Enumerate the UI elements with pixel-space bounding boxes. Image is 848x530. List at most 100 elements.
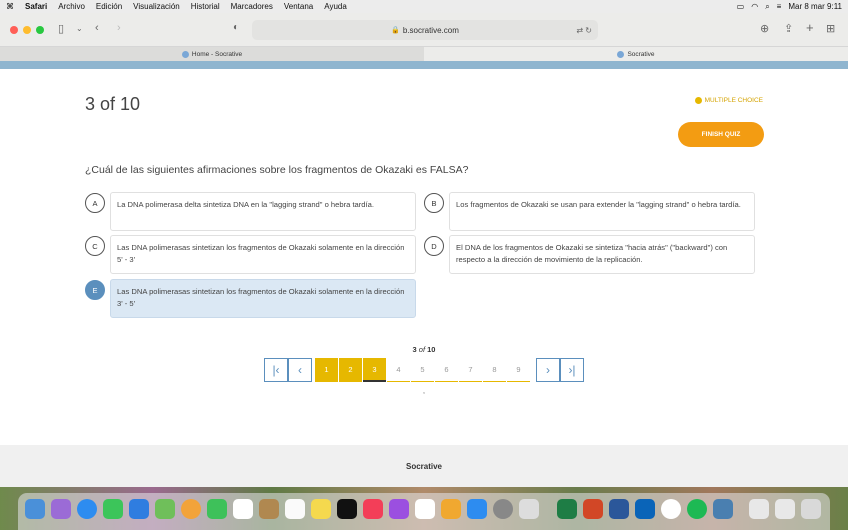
menu-marcadores[interactable]: Marcadores — [231, 2, 273, 11]
facetime-icon[interactable] — [207, 499, 227, 519]
address-url: b.socrative.com — [402, 25, 459, 35]
new-tab-icon[interactable]: + — [806, 20, 814, 35]
reminders-icon[interactable] — [285, 499, 305, 519]
recent-document-icon[interactable] — [749, 499, 769, 519]
control-center-icon[interactable]: ≡ — [777, 2, 782, 11]
page-counter: 3 of 10 — [0, 345, 848, 354]
search-icon[interactable]: ⌕ — [765, 2, 769, 12]
menu-ayuda[interactable]: Ayuda — [324, 2, 347, 11]
finder-icon[interactable] — [25, 499, 45, 519]
sidebar-toggle-icon[interactable]: ▯ — [58, 22, 64, 35]
last-page-icon[interactable]: ›| — [560, 358, 584, 382]
preview-icon[interactable] — [519, 499, 539, 519]
spotify-icon[interactable] — [687, 499, 707, 519]
word-icon[interactable] — [609, 499, 629, 519]
podcasts-icon[interactable] — [389, 499, 409, 519]
circle-icon — [694, 97, 702, 104]
socrative-favicon-icon — [181, 50, 189, 58]
music-icon[interactable] — [363, 499, 383, 519]
messages-icon[interactable] — [103, 499, 123, 519]
menu-historial[interactable]: Historial — [191, 2, 220, 11]
trash-icon[interactable] — [801, 499, 821, 519]
keynote-icon[interactable] — [415, 499, 435, 519]
translate-reload-icon[interactable]: ⇄ ↻ — [576, 26, 592, 35]
header-band — [0, 61, 848, 69]
page-3[interactable]: 3 — [363, 358, 386, 382]
page-4[interactable]: 4 — [387, 358, 410, 382]
question-counter: 3 of 10 — [85, 94, 141, 114]
answer-text[interactable]: Los fragmentos de Okazaki se usan para e… — [449, 192, 755, 231]
minimize-window-icon[interactable] — [23, 26, 31, 34]
tab-home-socrative[interactable]: Home - Socrative — [0, 47, 424, 61]
footer-brand: Socrative — [405, 461, 443, 471]
chevron-left-icon[interactable]: ‹ — [288, 358, 312, 382]
forward-icon[interactable]: › — [117, 22, 121, 34]
address-bar[interactable]: 🔒 b.socrative.com ⇄ ↻ — [252, 20, 598, 40]
powerpoint-icon[interactable] — [583, 499, 603, 519]
calendar-icon[interactable] — [233, 499, 253, 519]
apple-tv-icon[interactable] — [337, 499, 357, 519]
privacy-shield-icon[interactable]: ◐ — [233, 22, 239, 33]
tab-overview-icon[interactable]: ⊞ — [826, 22, 835, 35]
battery-icon[interactable]: ▭ — [737, 2, 745, 11]
answer-letter[interactable]: D — [424, 236, 444, 256]
answer-letter[interactable]: A — [85, 193, 105, 213]
menubar-clock[interactable]: Mar 8 mar 9:11 — [788, 2, 842, 11]
share-icon[interactable]: ⇪ — [784, 22, 793, 35]
answer-letter[interactable]: B — [424, 193, 444, 213]
mail-icon[interactable] — [129, 499, 149, 519]
answer-letter[interactable]: E — [85, 280, 105, 300]
question-type-label: MULTIPLE CHOICE — [704, 97, 763, 104]
page-9[interactable]: 9 — [507, 358, 530, 382]
outlook-icon[interactable] — [635, 499, 655, 519]
menu-edicion[interactable]: Edición — [96, 2, 122, 11]
chevron-right-icon[interactable]: › — [536, 358, 560, 382]
recent-document-icon[interactable] — [775, 499, 795, 519]
screenshot-icon[interactable] — [713, 499, 733, 519]
back-icon[interactable]: ‹ — [95, 22, 99, 34]
page-5[interactable]: 5 — [411, 358, 434, 382]
answer-text[interactable]: Las DNA polimerasas sintetizan los fragm… — [110, 279, 416, 318]
zoom-window-icon[interactable] — [36, 26, 44, 34]
current-page: 3 — [412, 345, 417, 354]
answer-text[interactable]: Las DNA polimerasas sintetizan los fragm… — [110, 235, 416, 274]
contacts-icon[interactable] — [259, 499, 279, 519]
excel-icon[interactable] — [557, 499, 577, 519]
apple-menu-icon[interactable]: ⌘ — [6, 2, 14, 11]
chevron-down-icon[interactable]: ⌄ — [76, 24, 83, 33]
pages-icon[interactable] — [441, 499, 461, 519]
photos-icon[interactable] — [181, 499, 201, 519]
tab-label: Socrative — [627, 50, 655, 58]
page-1[interactable]: 1 — [315, 358, 338, 382]
menu-safari[interactable]: Safari — [25, 2, 47, 11]
chrome-icon[interactable] — [661, 499, 681, 519]
question-text: ¿Cuál de las siguientes afirmaciones sob… — [85, 164, 469, 176]
first-page-icon[interactable]: |‹ — [264, 358, 288, 382]
finish-quiz-button[interactable]: FINISH QUIZ — [678, 122, 764, 147]
safari-icon[interactable] — [77, 499, 97, 519]
notes-icon[interactable] — [311, 499, 331, 519]
app-store-icon[interactable] — [467, 499, 487, 519]
wifi-icon[interactable]: ◠ — [751, 2, 758, 11]
total-pages: 10 — [427, 345, 436, 354]
progress-tick: , — [423, 388, 425, 395]
maps-icon[interactable] — [155, 499, 175, 519]
lock-icon: 🔒 — [391, 27, 400, 34]
macos-menu-bar: ⌘ Safari Archivo Edición Visualización H… — [0, 0, 848, 13]
page-footer: Socrative — [0, 445, 848, 487]
answer-letter[interactable]: C — [85, 236, 105, 256]
menu-archivo[interactable]: Archivo — [58, 2, 85, 11]
answer-text[interactable]: La DNA polimerasa delta sintetiza DNA en… — [110, 192, 416, 231]
launchpad-icon[interactable] — [51, 499, 71, 519]
close-window-icon[interactable] — [10, 26, 18, 34]
download-icon[interactable]: ⊕ — [760, 22, 769, 35]
menu-visualizacion[interactable]: Visualización — [133, 2, 180, 11]
page-7[interactable]: 7 — [459, 358, 482, 382]
page-2[interactable]: 2 — [339, 358, 362, 382]
answer-text[interactable]: El DNA de los fragmentos de Okazaki se s… — [449, 235, 755, 274]
system-preferences-icon[interactable] — [493, 499, 513, 519]
tab-socrative[interactable]: Socrative — [424, 47, 848, 61]
page-8[interactable]: 8 — [483, 358, 506, 382]
menu-ventana[interactable]: Ventana — [284, 2, 313, 11]
page-6[interactable]: 6 — [435, 358, 458, 382]
